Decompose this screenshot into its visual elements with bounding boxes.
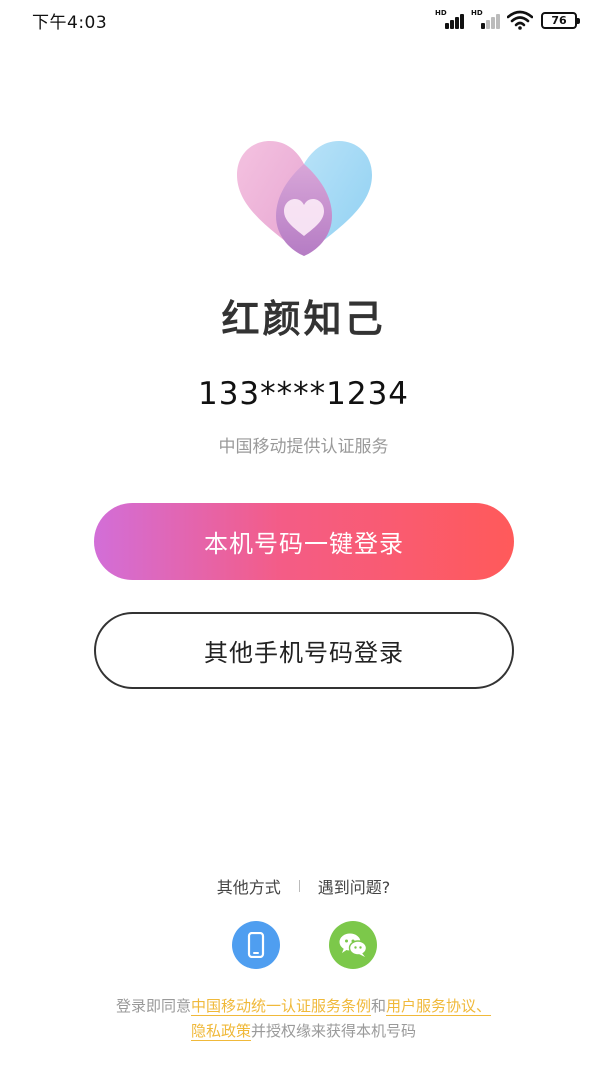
other-methods-row: 其他方式 遇到问题?: [0, 874, 607, 898]
signal-hd-label-2: HD: [471, 9, 483, 17]
agreement-suffix: 并授权缘来获得本机号码: [251, 1022, 417, 1040]
wechat-icon: [339, 933, 368, 957]
other-methods-label[interactable]: 其他方式: [217, 874, 281, 898]
signal-hd-label: HD: [435, 9, 447, 17]
signal-icon: HD: [435, 9, 464, 30]
login-screen: 下午4:03 HD HD 76 红颜知己 133****1234 中国移动提供认…: [0, 0, 607, 1080]
user-agreement-link[interactable]: 用户服务协议、: [386, 997, 492, 1016]
battery-level: 76: [551, 13, 567, 27]
one-click-login-button[interactable]: 本机号码一键登录: [94, 503, 514, 580]
privacy-policy-link[interactable]: 隐私政策: [190, 1022, 251, 1041]
provider-text: 中国移动提供认证服务: [218, 437, 389, 457]
masked-phone-number: 133****1234: [197, 376, 410, 412]
status-icons: HD HD 76: [435, 9, 580, 30]
status-bar: 下午4:03 HD HD 76: [0, 0, 607, 40]
heart-logo-icon: [237, 141, 372, 256]
app-name: 红颜知己: [221, 297, 386, 341]
agreement-text: 登录即同意中国移动统一认证服务条例和用户服务协议、隐私政策并授权缘来获得本机号码: [80, 994, 527, 1044]
agreement-prefix: 登录即同意: [115, 997, 191, 1015]
wechat-login-button[interactable]: [329, 921, 377, 969]
battery-icon: 76: [541, 11, 580, 29]
other-phone-login-button[interactable]: 其他手机号码登录: [94, 612, 514, 689]
wifi-icon: [507, 10, 533, 30]
status-time: 下午4:03: [32, 12, 108, 33]
signal-icon-2: HD: [471, 9, 500, 30]
phone-login-button[interactable]: [232, 921, 280, 969]
agreement-and: 和: [371, 997, 387, 1015]
cmcc-terms-link[interactable]: 中国移动统一认证服务条例: [190, 997, 371, 1016]
divider: [298, 880, 300, 892]
help-link[interactable]: 遇到问题?: [318, 874, 391, 898]
phone-icon: [247, 932, 265, 958]
